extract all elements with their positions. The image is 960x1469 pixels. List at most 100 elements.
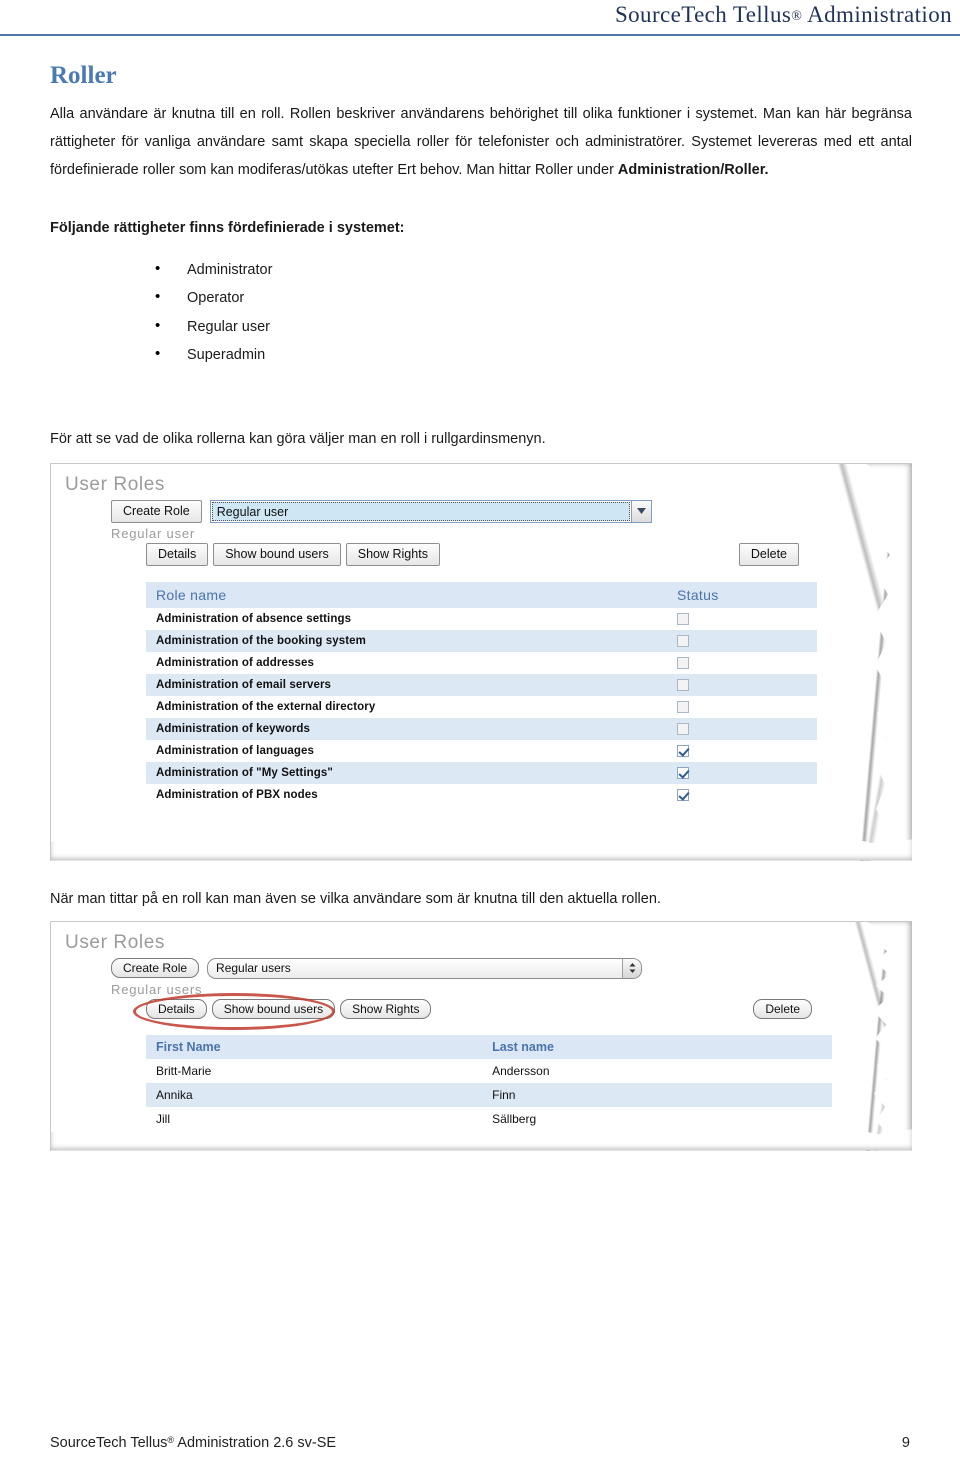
shot1-selected-role-label: Regular user: [111, 525, 196, 541]
header-divider: [0, 34, 960, 36]
footer-title-tail: Administration 2.6 sv-SE: [174, 1435, 337, 1451]
rights-lead-text: Följande rättigheter finns fördefinierad…: [50, 219, 405, 236]
page-header: SourceTech Tellus® Administration: [0, 0, 960, 36]
page-title: Roller: [50, 62, 117, 89]
cell-status: [663, 673, 817, 696]
list-item-label: Regular user: [187, 318, 271, 335]
bound-users-hint-text: När man tittar på en roll kan man även s…: [50, 890, 661, 907]
cell-role-name: Administration of languages: [146, 739, 663, 762]
column-header-first-name[interactable]: First Name: [146, 1034, 483, 1059]
table-row[interactable]: Administration of addresses: [146, 651, 817, 674]
cell-first-name: Annika: [146, 1082, 483, 1107]
dropdown-hint-text: För att se vad de olika rollerna kan gör…: [50, 430, 546, 447]
shot2-toolbar: Create Role Regular users: [51, 957, 912, 979]
cell-status: [663, 607, 817, 630]
table-row[interactable]: Britt-Marie Andersson: [146, 1058, 832, 1083]
checkbox-unchecked-icon[interactable]: [677, 656, 689, 669]
checkbox-checked-icon[interactable]: [677, 788, 689, 801]
cell-last-name: Finn: [482, 1082, 832, 1107]
cell-first-name: Jill: [146, 1106, 483, 1131]
cell-first-name: Britt-Marie: [146, 1058, 483, 1083]
details-button[interactable]: Details: [146, 542, 209, 566]
bound-users-table-body: Britt-Marie Andersson Annika Finn Jill Sällbe…: [146, 1058, 832, 1131]
create-role-button[interactable]: Create Role: [111, 958, 200, 978]
checkbox-checked-icon[interactable]: [677, 766, 689, 779]
cell-role-name: Administration of absence settings: [146, 607, 663, 630]
table-row[interactable]: Jill Sällberg: [146, 1106, 832, 1131]
screenshot-user-roles-bound-users: User Roles Create Role Regular users Reg…: [50, 920, 912, 1151]
cell-role-name: Administration of email servers: [146, 673, 663, 696]
cell-role-name: Administration of addresses: [146, 651, 663, 674]
intro-paragraph-text: Alla användare är knutna till en roll. R…: [50, 105, 912, 178]
footer-title-main: SourceTech Tellus: [50, 1435, 168, 1451]
column-header-role-name[interactable]: Role name: [146, 581, 663, 608]
page-header-title: SourceTech Tellus® Administration: [0, 0, 952, 32]
role-select-value[interactable]: Regular user: [211, 501, 630, 521]
shot1-toolbar: Create Role Regular user: [51, 499, 912, 523]
checkbox-unchecked-icon[interactable]: [677, 634, 689, 647]
shot2-selected-role-label: Regular users: [111, 981, 203, 997]
checkbox-unchecked-icon[interactable]: [677, 678, 689, 691]
list-item-label: Administrator: [187, 261, 273, 278]
shot2-action-toolbar: Details Show bound users Show Rights Del…: [51, 992, 912, 1030]
rights-table: Role name Status Administration of absen…: [146, 581, 817, 806]
page-number: 9: [901, 1435, 910, 1451]
footer-document-title: SourceTech Tellus® Administration 2.6 sv…: [50, 1435, 336, 1451]
table-row[interactable]: Administration of PBX nodes: [146, 783, 817, 806]
list-item-label: Operator: [187, 290, 245, 306]
table-header-row: First Name Last name: [146, 1034, 832, 1059]
create-role-button[interactable]: Create Role: [111, 499, 202, 523]
list-item: Operator: [155, 283, 912, 313]
shot1-action-toolbar: Details Show bound users Show Rights Del…: [51, 542, 912, 566]
list-item: Regular user: [155, 312, 912, 342]
cell-role-name: Administration of the booking system: [146, 629, 663, 652]
table-row[interactable]: Administration of languages: [146, 739, 817, 762]
table-row[interactable]: Administration of absence settings: [146, 607, 817, 630]
cell-status: [663, 717, 817, 740]
table-row[interactable]: Administration of the booking system: [146, 629, 817, 652]
show-bound-users-button[interactable]: Show bound users: [211, 998, 336, 1019]
table-row[interactable]: Administration of "My Settings": [146, 761, 817, 784]
rights-table-head: Role name Status: [146, 581, 817, 608]
shot1-panel-title: User Roles: [65, 473, 165, 495]
list-item-label: Superadmin: [187, 347, 266, 363]
cell-role-name: Administration of the external directory: [146, 695, 663, 718]
bound-users-table: First Name Last name Britt-Marie Andersso…: [146, 1034, 832, 1131]
table-row[interactable]: Annika Finn: [146, 1082, 832, 1107]
checkbox-unchecked-icon[interactable]: [677, 700, 689, 713]
delete-button[interactable]: Delete: [738, 542, 799, 566]
predefined-roles-list: Administrator Operator Regular user Supe…: [50, 255, 912, 370]
role-select[interactable]: Regular user: [209, 499, 652, 523]
checkbox-unchecked-icon[interactable]: [677, 722, 689, 735]
list-item: Superadmin: [155, 340, 912, 370]
table-row[interactable]: Administration of email servers: [146, 673, 817, 696]
intro-paragraph: Alla användare är knutna till en roll. R…: [50, 100, 912, 184]
role-select[interactable]: Regular users: [207, 957, 642, 979]
details-button[interactable]: Details: [146, 998, 207, 1019]
cell-role-name: Administration of PBX nodes: [146, 783, 663, 806]
bound-users-table-head: First Name Last name: [146, 1034, 832, 1059]
delete-button[interactable]: Delete: [753, 998, 812, 1019]
table-row[interactable]: Administration of the external directory: [146, 695, 817, 718]
table-row[interactable]: Administration of keywords: [146, 717, 817, 740]
page-footer: SourceTech Tellus® Administration 2.6 sv…: [50, 1435, 910, 1451]
cell-status: [663, 629, 817, 652]
screenshot-user-roles-rights: User Roles Create Role Regular user Regu…: [50, 462, 912, 861]
torn-edge-bottom: [51, 833, 912, 861]
column-header-status[interactable]: Status: [663, 581, 817, 608]
rights-table-body: Administration of absence settings Admini…: [146, 607, 817, 806]
column-header-last-name[interactable]: Last name: [482, 1034, 832, 1059]
show-rights-button[interactable]: Show Rights: [345, 542, 440, 566]
stepper-updown-icon[interactable]: [622, 958, 641, 978]
checkbox-unchecked-icon[interactable]: [677, 612, 689, 625]
cell-status: [663, 651, 817, 674]
role-select-value[interactable]: Regular users: [208, 959, 622, 978]
page-header-title-main: SourceTech Tellus: [614, 2, 792, 27]
show-rights-button[interactable]: Show Rights: [340, 998, 432, 1019]
cell-last-name: Andersson: [482, 1058, 832, 1083]
shot2-panel-title: User Roles: [65, 931, 165, 953]
chevron-down-icon[interactable]: [631, 500, 651, 522]
intro-paragraph-emphasis: Administration/Roller.: [617, 161, 769, 178]
checkbox-checked-icon[interactable]: [677, 744, 689, 757]
show-bound-users-button[interactable]: Show bound users: [213, 542, 341, 566]
